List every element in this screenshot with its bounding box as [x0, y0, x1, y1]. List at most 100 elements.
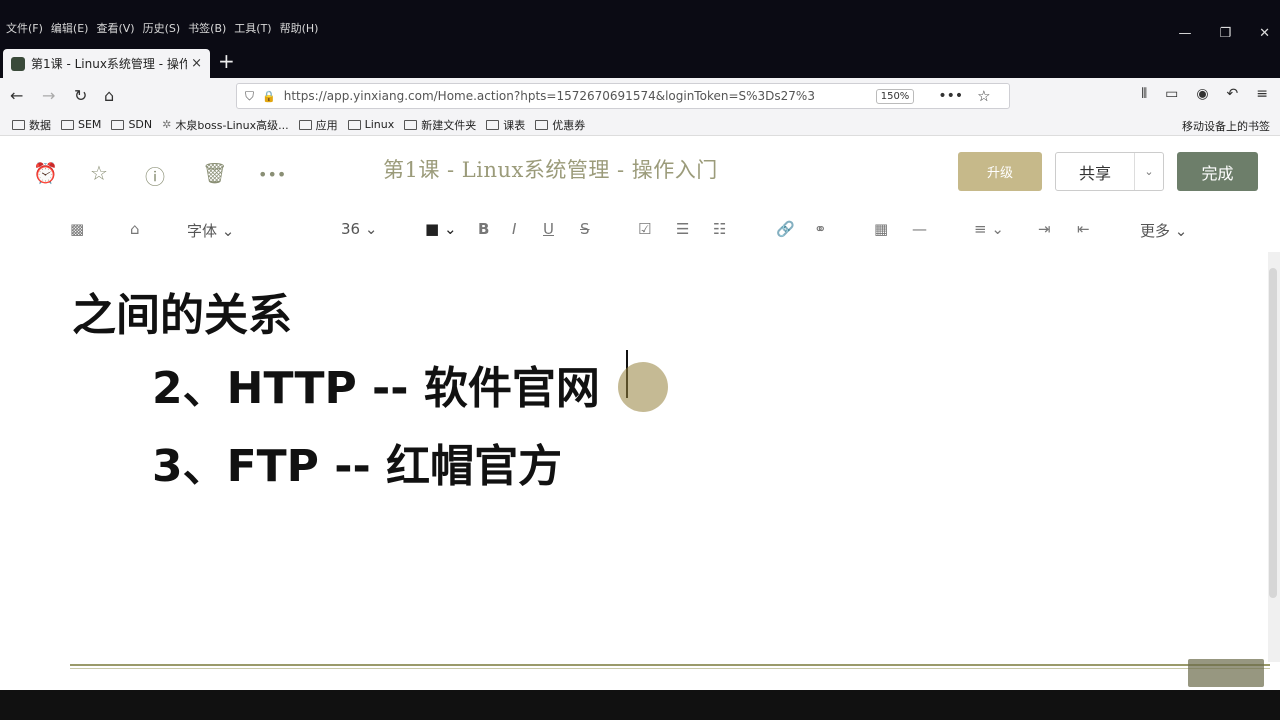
done-button[interactable]: 完成: [1177, 152, 1258, 191]
share-label[interactable]: 共享: [1056, 153, 1135, 190]
window-controls: — ❐ ✕: [1178, 26, 1270, 41]
tab-strip: 第1课 - Linux系统管理 - 操作入 ×: [0, 46, 1280, 78]
link-icon[interactable]: 🔗: [776, 220, 795, 238]
table-icon[interactable]: ▦: [874, 220, 888, 238]
horizontal-rule-icon[interactable]: —: [912, 220, 927, 238]
library-icon[interactable]: ⫴: [1141, 86, 1147, 102]
note-title[interactable]: 第1课 - Linux系统管理 - 操作入门: [383, 154, 718, 184]
folder-icon: [61, 119, 74, 130]
content-heading[interactable]: 之间的关系: [72, 279, 292, 343]
share-button[interactable]: 共享 ⌄: [1055, 152, 1164, 191]
italic-icon[interactable]: I: [512, 220, 516, 238]
page-actions-icon[interactable]: •••: [938, 88, 963, 104]
bookmark-star-icon[interactable]: ☆: [977, 87, 990, 105]
scrollbar-thumb[interactable]: [1269, 268, 1277, 598]
star-icon[interactable]: ☆: [90, 161, 108, 185]
text-color-icon[interactable]: ■ ⌄: [425, 220, 457, 238]
footer-divider: [70, 668, 1270, 669]
font-size-dropdown[interactable]: 36 ⌄: [341, 220, 377, 238]
note-header: ⏰ ☆ ⓘ 🗑 ••• 第1课 - Linux系统管理 - 操作入门 升级 共享…: [0, 137, 1280, 207]
tab-active[interactable]: 第1课 - Linux系统管理 - 操作入 ×: [3, 49, 210, 78]
strikethrough-icon[interactable]: S: [580, 220, 590, 238]
sidebar-icon[interactable]: ▭: [1165, 86, 1178, 102]
reminder-alarm-icon[interactable]: ⏰: [33, 161, 58, 185]
menu-help[interactable]: 帮助(H): [280, 20, 319, 36]
font-size-label: 36: [341, 220, 361, 238]
bookmark-item[interactable]: Linux: [347, 118, 394, 131]
upgrade-button[interactable]: 升级: [958, 152, 1042, 191]
attachment-icon[interactable]: ⌂: [130, 220, 140, 238]
content-line[interactable]: 2、HTTP -- 软件官网: [152, 352, 600, 416]
trash-icon[interactable]: 🗑: [202, 161, 227, 185]
attach-link-icon[interactable]: ⚭: [814, 220, 827, 238]
bookmark-item[interactable]: 应用: [298, 117, 338, 133]
font-family-label: 字体: [187, 222, 218, 240]
more-dropdown[interactable]: 更多 ⌄: [1140, 220, 1187, 241]
mobile-bookmarks[interactable]: 移动设备上的书签: [1182, 118, 1270, 134]
folder-icon: [347, 119, 361, 130]
taskbar: [0, 690, 1280, 720]
content-line[interactable]: 3、FTP -- 红帽官方: [152, 430, 562, 494]
close-window-icon[interactable]: ✕: [1259, 26, 1270, 41]
forward-icon[interactable]: →: [42, 86, 55, 105]
address-bar[interactable]: ⛉ 🔒 https://app.yinxiang.com/Home.action…: [236, 83, 1010, 109]
tab-close-icon[interactable]: ×: [191, 56, 202, 71]
bookmark-item[interactable]: 数据: [12, 117, 51, 133]
align-dropdown-icon[interactable]: ≡ ⌄: [974, 220, 1004, 238]
folder-icon: [535, 119, 549, 130]
chevron-down-icon[interactable]: ⌄: [1135, 153, 1163, 190]
numbered-list-icon[interactable]: ☷: [713, 220, 726, 238]
bookmark-item[interactable]: SEM: [61, 118, 101, 131]
indent-icon[interactable]: ⇥: [1038, 220, 1051, 238]
bullet-list-icon[interactable]: ☰: [676, 220, 689, 238]
home-icon[interactable]: ⌂: [104, 86, 114, 105]
more-label: 更多: [1140, 222, 1171, 240]
menu-history[interactable]: 历史(S): [143, 20, 181, 36]
menu-edit[interactable]: 编辑(E): [51, 20, 89, 36]
evernote-favicon-icon: [11, 56, 25, 71]
browser-menubar: 文件(F) 编辑(E) 查看(V) 历史(S) 书签(B) 工具(T) 帮助(H…: [0, 0, 1280, 46]
insert-image-icon[interactable]: ▩: [70, 220, 84, 238]
more-options-icon[interactable]: •••: [258, 165, 286, 184]
folder-icon: [111, 119, 125, 130]
folder-icon: [298, 119, 312, 130]
account-icon[interactable]: ◉: [1196, 86, 1208, 102]
folder-icon: [404, 119, 418, 130]
minimize-icon[interactable]: —: [1178, 26, 1191, 41]
watermark-badge: [1188, 659, 1264, 687]
shield-icon[interactable]: ⛉: [245, 89, 254, 104]
note-body[interactable]: 之间的关系 2、HTTP -- 软件官网 3、FTP -- 红帽官方: [0, 252, 1268, 662]
back-icon[interactable]: ←: [10, 86, 23, 105]
underline-icon[interactable]: U: [543, 220, 554, 238]
bookmark-item[interactable]: 新建文件夹: [404, 117, 476, 133]
tab-title: 第1课 - Linux系统管理 - 操作入: [31, 57, 188, 71]
folder-icon: [486, 119, 500, 130]
restore-icon[interactable]: ❐: [1219, 26, 1231, 41]
folder-icon: [12, 119, 25, 130]
new-tab-button[interactable]: +: [218, 51, 235, 71]
footer-divider: [70, 664, 1270, 666]
url-text[interactable]: https://app.yinxiang.com/Home.action?hpt…: [284, 89, 864, 103]
formatting-toolbar: ▩ ⌂ 字体 ⌄ 36 ⌄ ■ ⌄ B I U S ☑ ☰ ☷ 🔗 ⚭ ▦ — …: [0, 207, 1280, 251]
reload-icon[interactable]: ↻: [74, 86, 87, 105]
bold-icon[interactable]: B: [478, 220, 489, 238]
font-family-dropdown[interactable]: 字体 ⌄: [187, 220, 234, 241]
menu-view[interactable]: 查看(V): [96, 20, 134, 36]
menu-hamburger-icon[interactable]: ≡: [1256, 86, 1268, 102]
bookmark-item[interactable]: SDN: [111, 118, 152, 131]
menu-tools[interactable]: 工具(T): [234, 20, 271, 36]
menu-bookmarks[interactable]: 书签(B): [188, 20, 226, 36]
zoom-badge[interactable]: 150%: [875, 88, 915, 104]
bookmarks-bar: 数据 SEM SDN ✲ 木泉boss-Linux高级... 应用 Linux 新…: [0, 114, 1280, 136]
lock-icon[interactable]: 🔒: [262, 90, 276, 103]
undo-icon[interactable]: ↶: [1227, 86, 1239, 102]
checkbox-icon[interactable]: ☑: [638, 220, 651, 238]
bookmark-item[interactable]: 课表: [486, 117, 525, 133]
nav-toolbar: ← → ↻ ⌂ ⛉ 🔒 https://app.yinxiang.com/Hom…: [0, 78, 1280, 114]
mouse-cursor-highlight: [618, 362, 668, 412]
bookmark-item[interactable]: ✲ 木泉boss-Linux高级...: [162, 117, 289, 133]
info-icon[interactable]: ⓘ: [145, 161, 165, 190]
bookmark-item[interactable]: 优惠券: [535, 117, 585, 133]
menu-file[interactable]: 文件(F): [6, 20, 43, 36]
outdent-icon[interactable]: ⇤: [1077, 220, 1090, 238]
